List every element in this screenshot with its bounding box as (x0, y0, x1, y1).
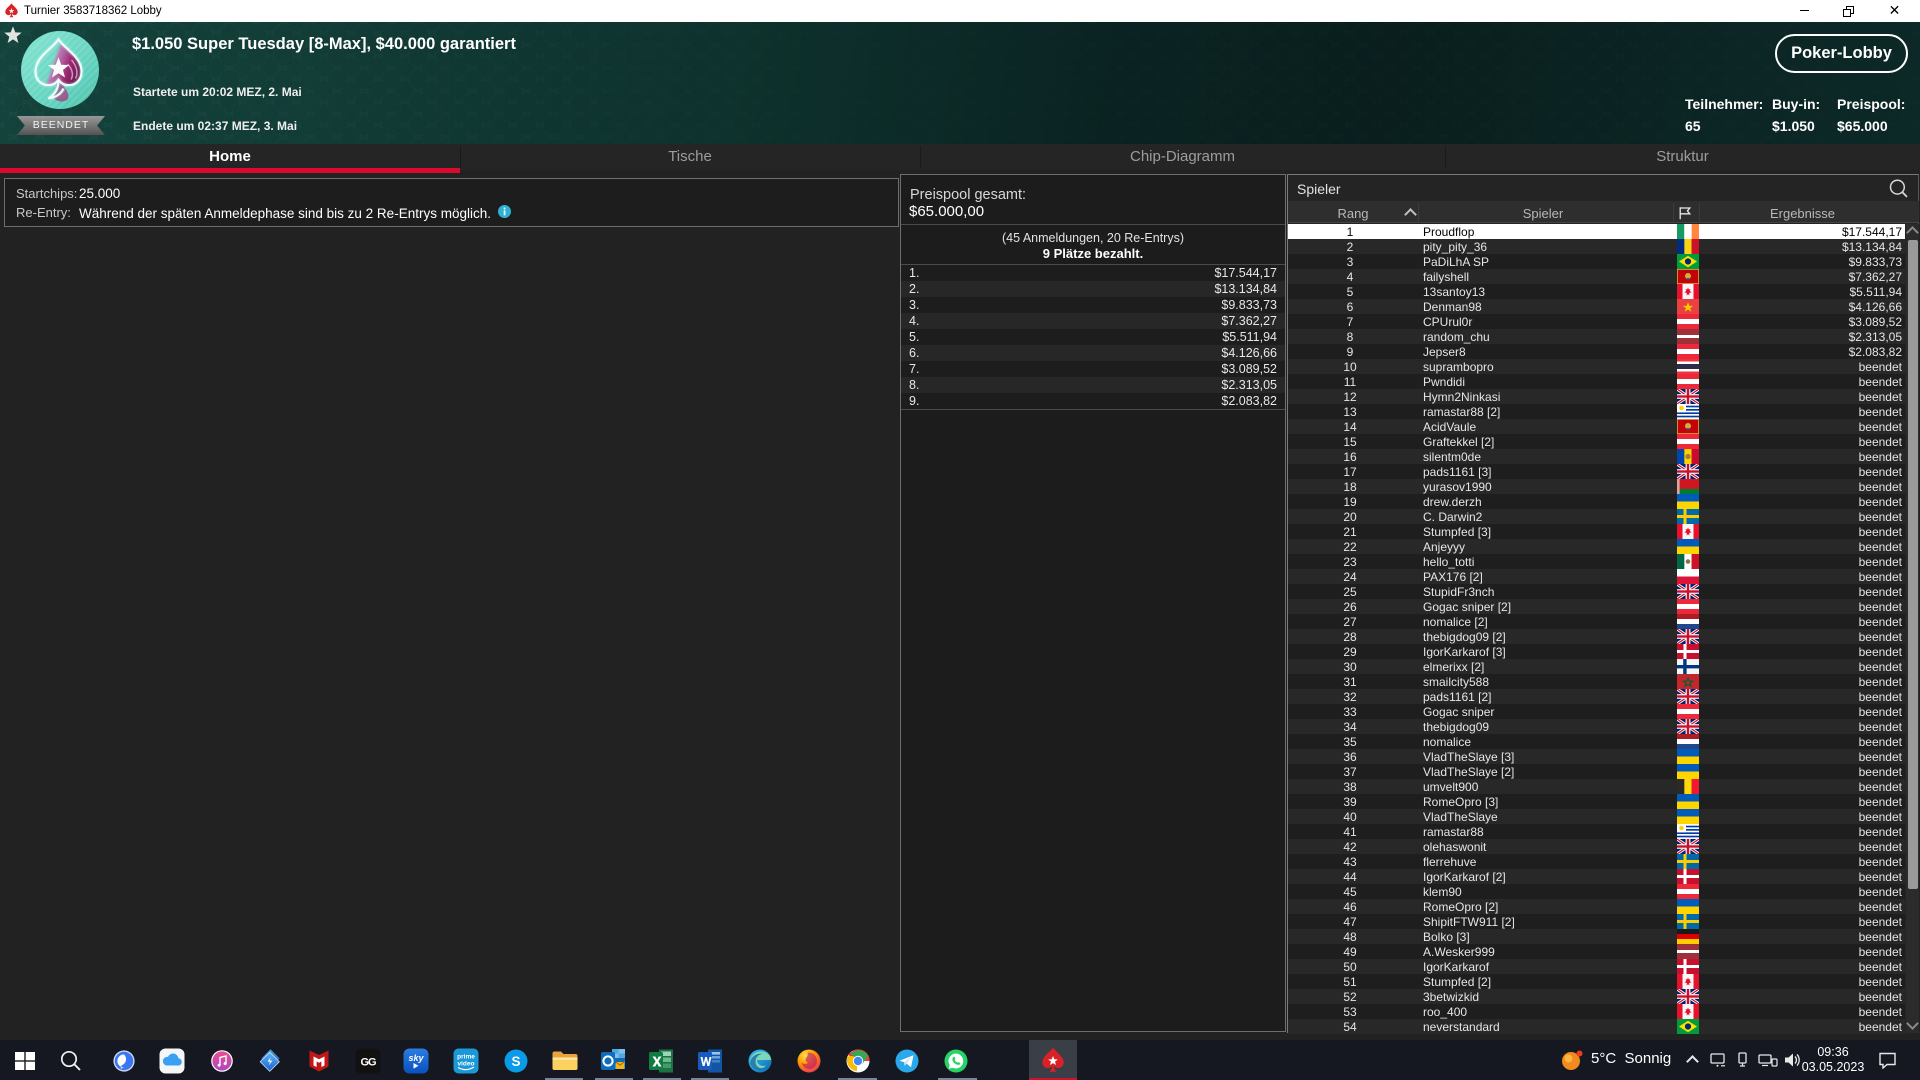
svg-text:sky: sky (408, 1053, 424, 1063)
svg-text:GG: GG (360, 1057, 376, 1069)
svg-text:video: video (458, 1061, 475, 1068)
svg-text:prime: prime (457, 1054, 475, 1061)
svg-text:S: S (511, 1054, 520, 1069)
